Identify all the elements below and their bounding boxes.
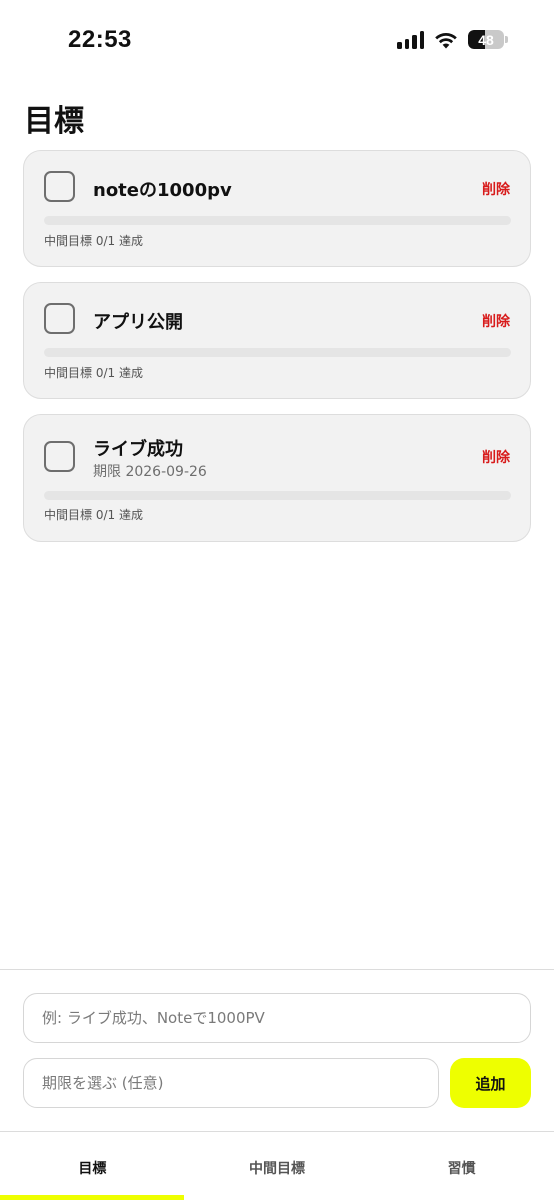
- goal-title: noteの1000pv: [93, 180, 232, 201]
- goal-checkbox[interactable]: [44, 171, 75, 202]
- cellular-signal-icon: [397, 30, 424, 49]
- goal-input[interactable]: [23, 993, 531, 1043]
- goal-list: noteの1000pv 削除 中間目標 0/1 達成 アプリ公開 削除 中間目標…: [23, 150, 531, 557]
- status-icons: 48: [397, 30, 508, 49]
- goal-deadline: 期限 2026-09-26: [93, 464, 207, 480]
- tab-label: 中間目標: [248, 1161, 305, 1177]
- progress-bar: [44, 348, 511, 357]
- status-bar: 22:53 48: [0, 0, 554, 80]
- status-time: 22:53: [68, 26, 132, 53]
- goal-title: ライブ成功: [93, 439, 183, 460]
- delete-button[interactable]: 削除: [482, 447, 510, 467]
- tab-bar: 目標 中間目標 習慣: [0, 1132, 554, 1200]
- screen: 22:53 48 目標 noteの1000pv 削除 中間目標 0/1 達成 ア…: [0, 0, 554, 1200]
- delete-button[interactable]: 削除: [482, 311, 510, 331]
- tab-habits[interactable]: 習慣: [369, 1132, 554, 1200]
- active-tab-indicator: [0, 1195, 184, 1200]
- goal-card: noteの1000pv 削除 中間目標 0/1 達成: [23, 150, 531, 267]
- goal-progress-text: 中間目標 0/1 達成: [44, 234, 143, 248]
- tab-goals[interactable]: 目標: [0, 1132, 185, 1200]
- page-title: 目標: [24, 104, 84, 139]
- goal-checkbox[interactable]: [44, 303, 75, 334]
- tab-milestones[interactable]: 中間目標: [185, 1132, 370, 1200]
- goal-checkbox[interactable]: [44, 441, 75, 472]
- wifi-icon: [434, 31, 458, 49]
- deadline-input[interactable]: [23, 1058, 439, 1108]
- add-button[interactable]: 追加: [450, 1058, 531, 1108]
- divider: [0, 969, 554, 970]
- battery-icon: 48: [468, 30, 508, 49]
- progress-bar: [44, 216, 511, 225]
- goal-progress-text: 中間目標 0/1 達成: [44, 508, 143, 522]
- delete-button[interactable]: 削除: [482, 179, 510, 199]
- tab-label: 習慣: [447, 1161, 476, 1177]
- battery-level: 48: [478, 31, 494, 48]
- goal-progress-text: 中間目標 0/1 達成: [44, 366, 143, 380]
- goal-card: ライブ成功 期限 2026-09-26 削除 中間目標 0/1 達成: [23, 414, 531, 542]
- goal-card: アプリ公開 削除 中間目標 0/1 達成: [23, 282, 531, 399]
- progress-bar: [44, 491, 511, 500]
- tab-label: 目標: [78, 1161, 107, 1177]
- goal-title: アプリ公開: [93, 312, 183, 333]
